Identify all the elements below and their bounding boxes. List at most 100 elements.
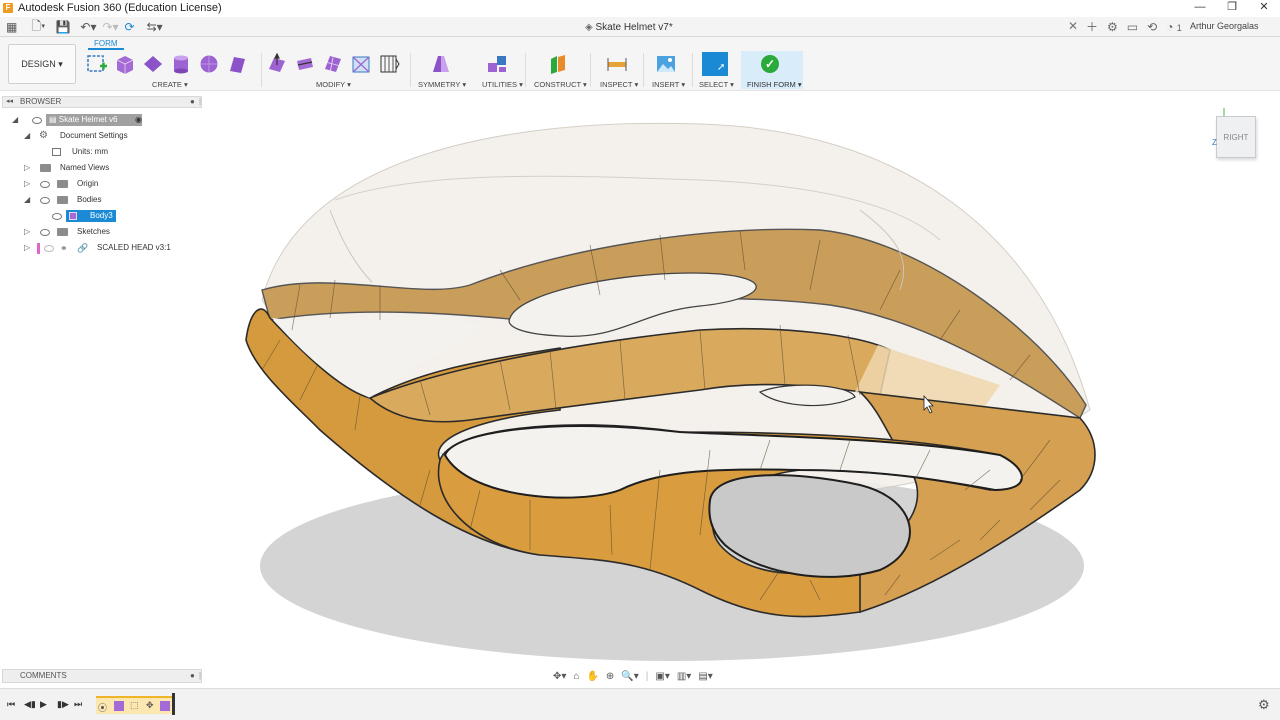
timeline-form-icon[interactable] [114, 701, 124, 711]
play-icon[interactable]: ▶ [40, 699, 47, 710]
finish-form-button[interactable]: ✓ FINISH FORM ▾ [741, 51, 803, 89]
history-icon[interactable]: ⟲ [1147, 20, 1157, 34]
go-to-end-icon[interactable]: ⏭ [74, 699, 82, 710]
inspect-menu[interactable]: INSPECT ▾ [600, 80, 638, 89]
construct-menu[interactable]: CONSTRUCT ▾ [534, 80, 587, 89]
edit-form-icon[interactable] [266, 53, 288, 75]
title-bar: F Autodesk Fusion 360 (Education License… [0, 0, 1280, 16]
gear-icon[interactable]: ⚙ [1258, 697, 1270, 713]
look-at-icon[interactable]: ⌂ [573, 671, 579, 682]
header-right-icons: ＋ ⚙ ▭ ⟲ ◔ 1 [1086, 18, 1182, 35]
symmetry-menu[interactable]: SYMMETRY ▾ [418, 80, 466, 89]
viewcube-face-right[interactable]: RIGHT [1216, 116, 1256, 158]
pin-icon[interactable]: | [199, 670, 201, 682]
insert-edge-icon[interactable] [294, 53, 316, 75]
utilities-label: UTILITIES [482, 80, 518, 89]
window-controls: — ❐ ✕ [1184, 0, 1280, 16]
extensions-icon[interactable]: ⚙ [1107, 20, 1118, 34]
timeline-form-icon[interactable] [160, 701, 170, 711]
create-group: CREATE ▾ [86, 51, 258, 89]
subdivide-icon[interactable] [322, 53, 344, 75]
timeline: ⏮ ◀▮ ▶ ▮▶ ⏭ ⦿ ⬚ ✥ ⚙ [0, 688, 1280, 720]
symmetry-icon[interactable] [430, 53, 452, 75]
utilities-icon[interactable] [486, 53, 508, 75]
select-cursor-icon[interactable]: ➚ [702, 52, 728, 76]
create-label: CREATE [152, 80, 182, 89]
inspect-label: INSPECT [600, 80, 633, 89]
component-icon: ◈ [585, 22, 596, 33]
orbit-icon[interactable]: ✥▾ [553, 671, 566, 682]
job-status-icon[interactable]: ⇆▾ [147, 20, 163, 34]
notification-icon[interactable]: ◔ 1 [1166, 20, 1182, 34]
viewports-icon[interactable]: ▤▾ [698, 671, 712, 682]
uncrease-icon[interactable] [378, 53, 400, 75]
canvas-viewport[interactable] [0, 91, 1280, 687]
insert-image-icon[interactable] [655, 53, 677, 75]
timeline-marker[interactable] [172, 693, 175, 715]
select-group: ➚ SELECT ▾ [697, 51, 737, 89]
cylinder-icon[interactable] [170, 53, 192, 75]
redo-icon[interactable]: ↷▾ [102, 20, 118, 34]
separator [525, 53, 526, 87]
comments-panel-header[interactable]: COMMENTS ● | [2, 669, 202, 683]
timeline-track[interactable]: ⦿ ⬚ ✥ [96, 696, 174, 714]
timeline-feature-icon[interactable]: ⦿ [98, 701, 107, 714]
timeline-sketch-icon[interactable]: ⬚ [130, 700, 139, 711]
document-tab[interactable]: ◈ Skate Helmet v7* [585, 19, 673, 36]
timeline-move-icon[interactable]: ✥ [146, 700, 154, 711]
symmetry-group: SYMMETRY ▾ [416, 51, 470, 89]
face-icon[interactable] [226, 53, 248, 75]
divider: | [645, 670, 649, 682]
grid-icon[interactable]: ▦ [6, 20, 17, 34]
crease-icon[interactable] [350, 53, 372, 75]
select-menu[interactable]: SELECT ▾ [699, 80, 734, 89]
finish-form-menu[interactable]: FINISH FORM ▾ [747, 80, 802, 89]
create-menu[interactable]: CREATE ▾ [152, 80, 188, 89]
select-label: SELECT [699, 80, 729, 89]
utilities-group: UTILITIES ▾ [478, 51, 523, 89]
measure-icon[interactable] [606, 53, 628, 75]
refresh-icon[interactable]: ⟳ [125, 20, 135, 34]
modify-menu[interactable]: MODIFY ▾ [316, 80, 351, 89]
workspace-label: DESIGN [21, 59, 56, 69]
construct-plane-icon[interactable] [547, 53, 569, 75]
sphere-icon[interactable] [198, 53, 220, 75]
insert-label: INSERT [652, 80, 680, 89]
maximize-button[interactable]: ❐ [1216, 0, 1248, 16]
fusion-logo-icon: F [3, 3, 13, 13]
plane-icon[interactable] [142, 53, 164, 75]
separator [590, 53, 591, 87]
finish-form-label: FINISH FORM [747, 80, 796, 89]
step-forward-icon[interactable]: ▮▶ [57, 699, 69, 710]
quick-access-bar: ▦ 🗋▾ 💾 ↶▾ ↷▾ ⟳ ⇆▾ [6, 19, 169, 35]
new-tab-icon[interactable]: ＋ [1086, 18, 1098, 35]
save-icon[interactable]: 💾 [55, 20, 70, 34]
zoom-icon[interactable]: ⊕ [606, 671, 614, 682]
step-back-icon[interactable]: ◀▮ [24, 699, 36, 710]
window-title: Autodesk Fusion 360 (Education License) [18, 2, 222, 14]
go-to-start-icon[interactable]: ⏮ [7, 699, 15, 710]
toolbar: DESIGN ▾ FORM CREATE ▾ MODIFY ▾ SYMMETRY… [0, 37, 1280, 91]
display-settings-icon[interactable]: ▣▾ [655, 671, 669, 682]
close-window-button[interactable]: ✕ [1248, 0, 1280, 16]
chat-icon[interactable]: ▭ [1127, 20, 1138, 34]
separator [410, 53, 411, 87]
insert-menu[interactable]: INSERT ▾ [652, 80, 685, 89]
comments-options-icon[interactable]: ● [190, 670, 195, 682]
utilities-menu[interactable]: UTILITIES ▾ [482, 80, 523, 89]
modify-group: MODIFY ▾ [266, 51, 406, 89]
fit-icon[interactable]: 🔍▾ [621, 671, 638, 682]
grid-settings-icon[interactable]: ▥▾ [677, 671, 691, 682]
create-sketch-icon[interactable] [86, 53, 108, 75]
box-icon[interactable] [114, 53, 136, 75]
navigation-bar: ✥▾ ⌂ ✋ ⊕ 🔍▾ | ▣▾ ▥▾ ▤▾ [553, 667, 713, 685]
minimize-button[interactable]: — [1184, 0, 1216, 16]
file-icon[interactable]: 🗋▾ [31, 17, 45, 38]
symmetry-label: SYMMETRY [418, 80, 461, 89]
tab-form[interactable]: FORM [88, 38, 124, 50]
pan-icon[interactable]: ✋ [586, 671, 598, 682]
undo-icon[interactable]: ↶▾ [80, 20, 96, 34]
workspace-switcher-button[interactable]: DESIGN ▾ [8, 44, 76, 84]
close-icon[interactable]: ✕ [1068, 19, 1078, 33]
user-account[interactable]: Arthur Georgalas [1190, 21, 1259, 31]
